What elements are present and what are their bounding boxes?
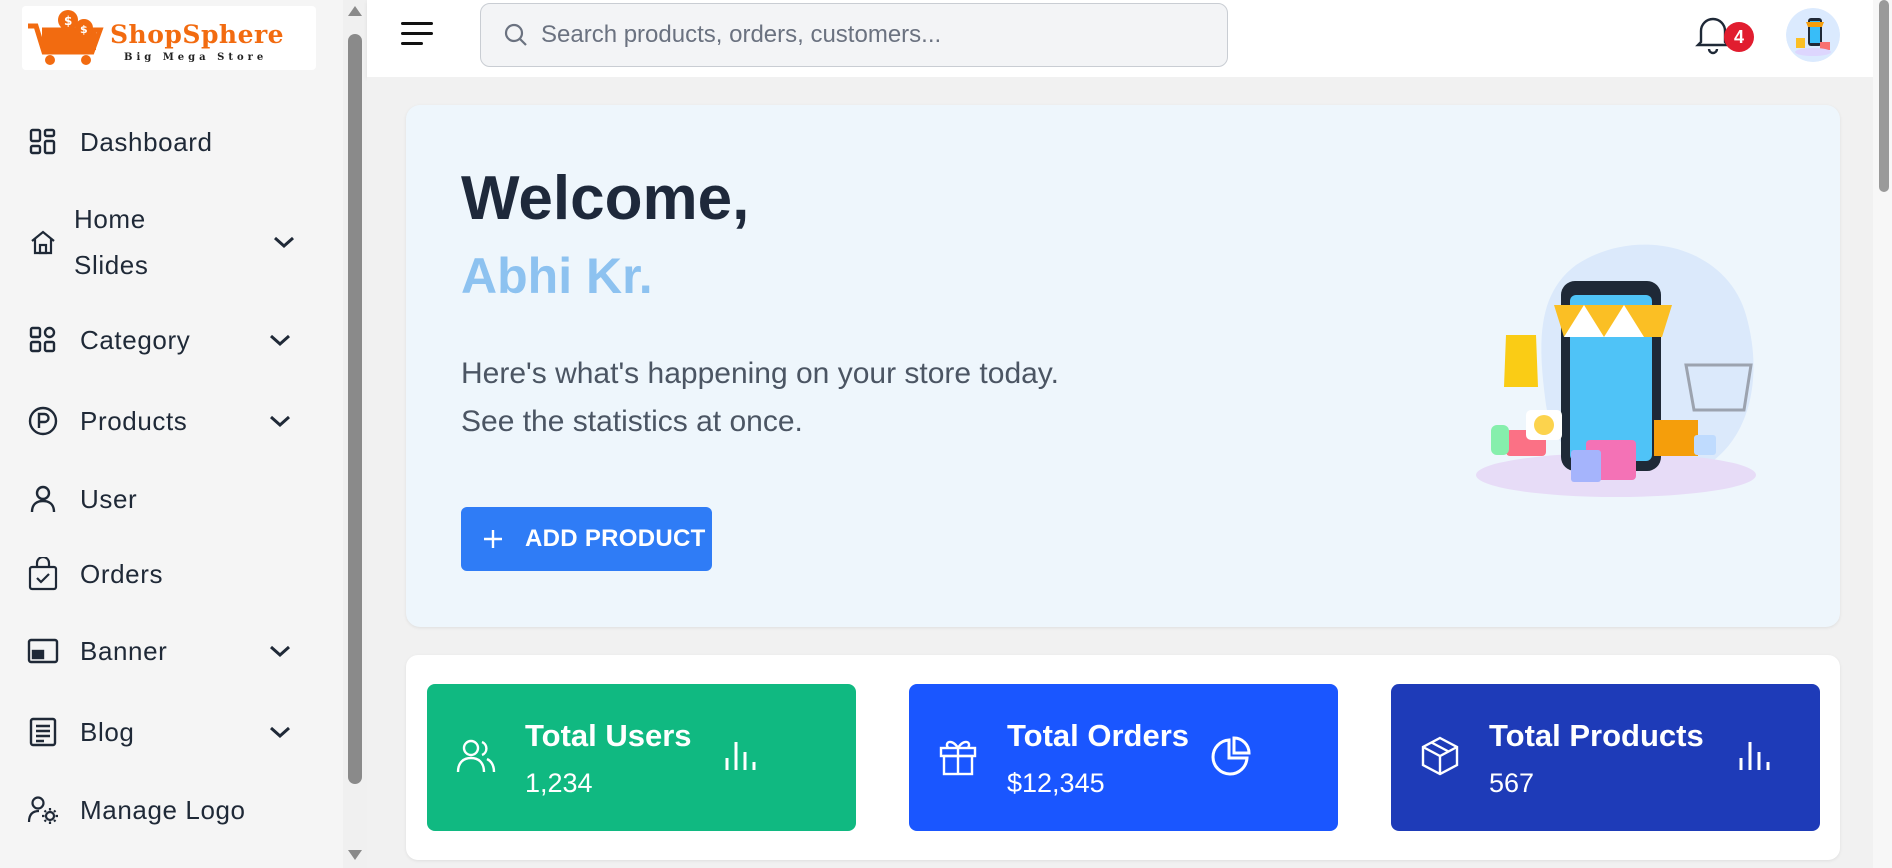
sidebar-item-dashboard[interactable]: Dashboard: [20, 122, 310, 162]
scroll-down-arrow-icon[interactable]: [348, 850, 362, 860]
stats-panel: Total Users 1,234 Total Orders $12,345 T…: [406, 655, 1840, 860]
chevron-down-icon[interactable]: [270, 228, 298, 256]
scroll-up-arrow-icon[interactable]: [348, 6, 362, 16]
sidebar-item-label: Banner: [80, 635, 168, 666]
welcome-title: Welcome,: [461, 164, 750, 233]
sidebar-scrollbar-thumb[interactable]: [348, 34, 362, 784]
chevron-down-icon[interactable]: [266, 718, 294, 746]
avatar[interactable]: [1786, 8, 1840, 62]
page-scrollbar[interactable]: [1873, 0, 1892, 868]
brand-tagline: Big Mega Store: [124, 52, 268, 63]
sidebar-item-label: Home Slides: [74, 196, 148, 288]
menu-line: [401, 42, 423, 45]
welcome-hero: Welcome, Abhi Kr. Here's what's happenin…: [406, 105, 1840, 627]
orders-bag-icon: [20, 554, 66, 594]
add-product-button[interactable]: ADD PRODUCT: [461, 507, 712, 571]
brand-logo[interactable]: $ $ ShopSphere Big Mega Store: [22, 6, 316, 70]
sidebar-item-home-slides[interactable]: Home Slides: [20, 196, 310, 288]
stat-card-total-orders[interactable]: Total Orders $12,345: [909, 684, 1338, 831]
products-icon: [20, 401, 66, 441]
stat-card-total-products[interactable]: Total Products 567: [1391, 684, 1820, 831]
stat-value: 1,234: [525, 768, 593, 798]
stat-title: Total Users: [525, 718, 692, 753]
sidebar-item-label: Blog: [80, 716, 135, 747]
bar-chart-icon: [725, 742, 756, 770]
menu-line: [401, 22, 433, 25]
sidebar-item-label: Manage Logo: [80, 794, 246, 825]
manage-logo-icon: [20, 790, 66, 830]
search-icon: [504, 23, 527, 46]
stat-title: Total Products: [1489, 718, 1704, 753]
svg-text:$: $: [64, 14, 72, 28]
sidebar-item-label: User: [80, 483, 138, 514]
page-scrollbar-thumb[interactable]: [1879, 0, 1889, 192]
bar-chart-icon: [1739, 742, 1770, 770]
welcome-submessage: See the statistics at once.: [461, 405, 803, 438]
label-line-1: Home: [74, 204, 146, 234]
home-icon: [20, 222, 66, 262]
stat-card-total-users[interactable]: Total Users 1,234: [427, 684, 856, 831]
chevron-down-icon[interactable]: [266, 407, 294, 435]
sidebar: $ $ ShopSphere Big Mega Store Dashboard …: [0, 0, 343, 868]
welcome-message: Here's what's happening on your store to…: [461, 357, 1059, 390]
sidebar-item-label: Dashboard: [80, 126, 213, 157]
pie-chart-icon: [1211, 736, 1251, 776]
brand-name: ShopSphere: [110, 20, 285, 49]
stat-value: 567: [1489, 768, 1535, 798]
category-icon: [20, 320, 66, 360]
sidebar-item-label: Products: [80, 405, 188, 436]
sidebar-item-orders[interactable]: Orders: [20, 554, 310, 594]
chevron-down-icon[interactable]: [266, 326, 294, 354]
sidebar-scrollbar[interactable]: [343, 0, 367, 868]
sidebar-item-products[interactable]: Products: [20, 401, 310, 441]
banner-icon: [20, 631, 66, 671]
search-bar[interactable]: [480, 3, 1228, 67]
user-icon: [20, 479, 66, 519]
sidebar-item-label: Orders: [80, 558, 164, 589]
shopping-illustration-icon: [1476, 244, 1756, 497]
search-input[interactable]: [541, 21, 1201, 49]
sidebar-item-label: Category: [80, 324, 191, 355]
logo-cart-icon: $ $: [22, 6, 112, 70]
menu-line: [401, 32, 433, 35]
sidebar-item-category[interactable]: Category: [20, 320, 310, 360]
sidebar-item-user[interactable]: User: [20, 479, 310, 519]
gift-icon: [939, 740, 977, 776]
chevron-down-icon[interactable]: [266, 637, 294, 665]
box-icon: [1421, 736, 1459, 776]
sidebar-item-blog[interactable]: Blog: [20, 712, 310, 752]
plus-icon: [484, 530, 502, 548]
stat-title: Total Orders: [1007, 718, 1190, 753]
sidebar-item-banner[interactable]: Banner: [20, 631, 310, 671]
label-line-2: Slides: [74, 250, 149, 280]
menu-toggle-button[interactable]: [397, 18, 437, 52]
svg-text:$: $: [80, 23, 88, 36]
sidebar-item-manage-logo[interactable]: Manage Logo: [20, 790, 310, 830]
blog-icon: [20, 712, 66, 752]
user-name: Abhi Kr.: [461, 248, 653, 304]
stat-value: $12,345: [1007, 768, 1105, 798]
notification-badge: 4: [1724, 22, 1754, 52]
dashboard-icon: [20, 122, 66, 162]
add-product-label: ADD PRODUCT: [525, 525, 706, 552]
main-content: Welcome, Abhi Kr. Here's what's happenin…: [367, 77, 1873, 868]
users-icon: [456, 739, 496, 773]
avatar-image-icon: [1786, 8, 1840, 62]
top-header: 4: [367, 0, 1873, 77]
